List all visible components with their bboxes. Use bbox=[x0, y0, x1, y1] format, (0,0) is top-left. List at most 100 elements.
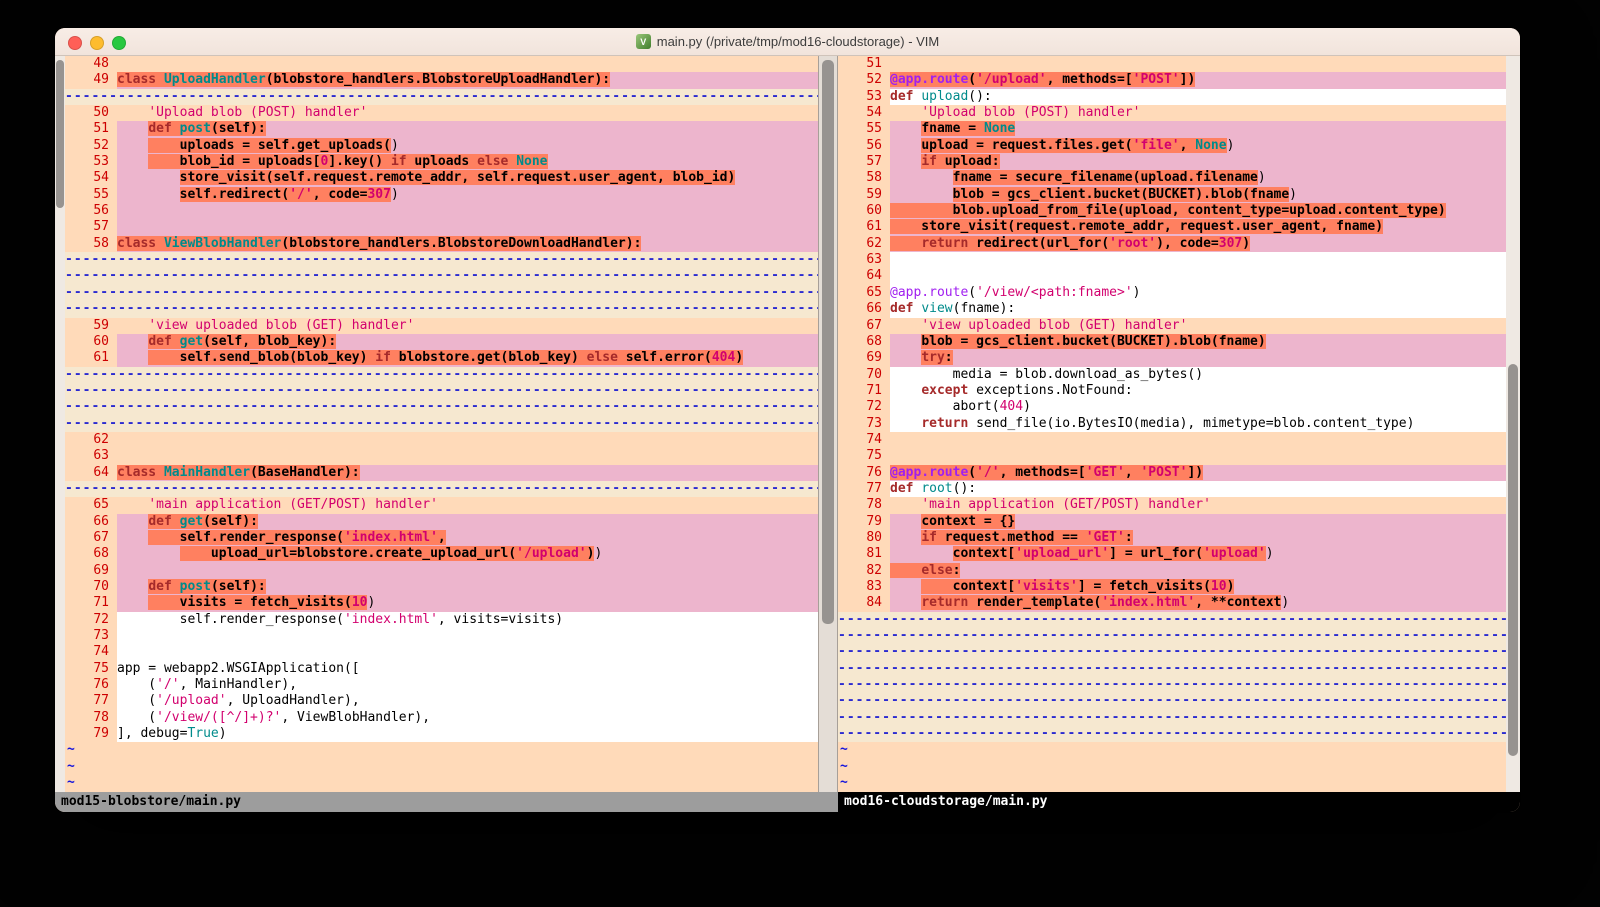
code-line: 49class UploadHandler(blobstore_handlers… bbox=[65, 72, 818, 88]
line-number: 73 bbox=[65, 628, 117, 644]
code-line: 70 media = blob.download_as_bytes() bbox=[838, 367, 1506, 383]
window-title-wrap: V main.py (/private/tmp/mod16-cloudstora… bbox=[636, 34, 940, 49]
code-line: 50 'Upload blob (POST) handler' bbox=[65, 105, 818, 121]
line-number: 55 bbox=[65, 187, 117, 203]
line-number: 80 bbox=[838, 530, 890, 546]
code-line: 83 context['visits'] = fetch_visits(10) bbox=[838, 579, 1506, 595]
line-number: 61 bbox=[838, 219, 890, 235]
code-line: 48 bbox=[65, 56, 818, 72]
line-number: 66 bbox=[838, 301, 890, 317]
line-number: 60 bbox=[65, 334, 117, 350]
close-button[interactable] bbox=[68, 36, 82, 50]
code-line: 81 context['upload_url'] = url_for('uplo… bbox=[838, 546, 1506, 562]
code-line: 82 else: bbox=[838, 563, 1506, 579]
line-number: 63 bbox=[838, 252, 890, 268]
line-number: 55 bbox=[838, 121, 890, 137]
line-number: 54 bbox=[65, 170, 117, 186]
diff-filler-line: ----------------------------------------… bbox=[838, 644, 1506, 660]
code-line: 75app = webapp2.WSGIApplication([ bbox=[65, 661, 818, 677]
line-number: 54 bbox=[838, 105, 890, 121]
line-number: 79 bbox=[838, 514, 890, 530]
right-pane-rows: 5152@app.route('/upload', methods=['POST… bbox=[838, 56, 1506, 791]
end-of-buffer-line: ~ bbox=[838, 759, 1506, 775]
diff-filler-line: ----------------------------------------… bbox=[838, 677, 1506, 693]
line-number: 77 bbox=[838, 481, 890, 497]
minimize-button[interactable] bbox=[90, 36, 104, 50]
code-line: 63 bbox=[838, 252, 1506, 268]
left-pane[interactable]: 4849class UploadHandler(blobstore_handle… bbox=[65, 56, 818, 792]
code-line: 54 'Upload blob (POST) handler' bbox=[838, 105, 1506, 121]
code-line: 59 blob = gcs_client.bucket(BUCKET).blob… bbox=[838, 187, 1506, 203]
split-divider-scrollbar[interactable] bbox=[818, 56, 838, 792]
code-line: 62 bbox=[65, 432, 818, 448]
line-number: 70 bbox=[65, 579, 117, 595]
scrollbar-thumb[interactable] bbox=[1508, 364, 1518, 756]
line-number: 52 bbox=[65, 138, 117, 154]
line-number: 68 bbox=[838, 334, 890, 350]
code-line: 55 fname = None bbox=[838, 121, 1506, 137]
line-number: 59 bbox=[838, 187, 890, 203]
line-number: 69 bbox=[838, 350, 890, 366]
line-number: 50 bbox=[65, 105, 117, 121]
code-line: 62 return redirect(url_for('root'), code… bbox=[838, 236, 1506, 252]
code-line: 61 self.send_blob(blob_key) if blobstore… bbox=[65, 350, 818, 366]
code-line: 60 def get(self, blob_key): bbox=[65, 334, 818, 350]
right-pane[interactable]: 5152@app.route('/upload', methods=['POST… bbox=[838, 56, 1506, 792]
line-number: 48 bbox=[65, 56, 117, 72]
line-number: 74 bbox=[838, 432, 890, 448]
line-number: 61 bbox=[65, 350, 117, 366]
line-number: 58 bbox=[838, 170, 890, 186]
line-number: 71 bbox=[65, 595, 117, 611]
code-line: 56 upload = request.files.get('file', No… bbox=[838, 138, 1506, 154]
line-number: 75 bbox=[65, 661, 117, 677]
code-line: 51 def post(self): bbox=[65, 121, 818, 137]
code-line: 68 blob = gcs_client.bucket(BUCKET).blob… bbox=[838, 334, 1506, 350]
line-number: 49 bbox=[65, 72, 117, 88]
line-number: 76 bbox=[838, 465, 890, 481]
zoom-button[interactable] bbox=[112, 36, 126, 50]
code-line: 65@app.route('/view/<path:fname>') bbox=[838, 285, 1506, 301]
line-number: 58 bbox=[65, 236, 117, 252]
code-line: 76@app.route('/', methods=['GET', 'POST'… bbox=[838, 465, 1506, 481]
diff-filler-line: ----------------------------------------… bbox=[65, 89, 818, 105]
diff-filler-line: ----------------------------------------… bbox=[838, 710, 1506, 726]
line-number: 71 bbox=[838, 383, 890, 399]
statusline-inactive[interactable]: mod15-blobstore/main.py bbox=[55, 792, 838, 812]
code-line: 73 return send_file(io.BytesIO(media), m… bbox=[838, 416, 1506, 432]
line-number: 77 bbox=[65, 693, 117, 709]
code-line: 53 blob_id = uploads[0].key() if uploads… bbox=[65, 154, 818, 170]
title-bar[interactable]: V main.py (/private/tmp/mod16-cloudstora… bbox=[55, 28, 1520, 56]
code-line: 78 ('/view/([^/]+)?', ViewBlobHandler), bbox=[65, 710, 818, 726]
code-line: 79], debug=True) bbox=[65, 726, 818, 742]
left-pane-rows: 4849class UploadHandler(blobstore_handle… bbox=[65, 56, 818, 791]
line-number: 57 bbox=[838, 154, 890, 170]
line-number: 78 bbox=[838, 497, 890, 513]
left-window-scrollbar[interactable] bbox=[55, 56, 65, 792]
code-line: 72 abort(404) bbox=[838, 399, 1506, 415]
scrollbar-thumb[interactable] bbox=[56, 60, 64, 208]
diff-filler-line: ----------------------------------------… bbox=[65, 367, 818, 383]
diff-filler-line: ----------------------------------------… bbox=[65, 268, 818, 284]
line-number: 82 bbox=[838, 563, 890, 579]
diff-filler-line: ----------------------------------------… bbox=[838, 628, 1506, 644]
end-of-buffer-line: ~ bbox=[838, 742, 1506, 758]
right-window-scrollbar[interactable] bbox=[1506, 56, 1520, 792]
code-line: 56 bbox=[65, 203, 818, 219]
code-line: 55 self.redirect('/', code=307) bbox=[65, 187, 818, 203]
diff-filler-line: ----------------------------------------… bbox=[65, 301, 818, 317]
line-number: 66 bbox=[65, 514, 117, 530]
line-number: 65 bbox=[65, 497, 117, 513]
diff-filler-line: ----------------------------------------… bbox=[65, 285, 818, 301]
code-line: 64 bbox=[838, 268, 1506, 284]
code-line: 64class MainHandler(BaseHandler): bbox=[65, 465, 818, 481]
code-line: 67 self.render_response('index.html', bbox=[65, 530, 818, 546]
statusline-active[interactable]: mod16-cloudstorage/main.py bbox=[838, 792, 1520, 812]
line-number: 51 bbox=[838, 56, 890, 72]
diff-filler-line: ----------------------------------------… bbox=[838, 661, 1506, 677]
scrollbar-thumb[interactable] bbox=[822, 60, 834, 624]
window-title: main.py (/private/tmp/mod16-cloudstorage… bbox=[657, 34, 940, 49]
line-number: 62 bbox=[838, 236, 890, 252]
line-number: 53 bbox=[65, 154, 117, 170]
diff-filler-line: ----------------------------------------… bbox=[65, 416, 818, 432]
line-number: 59 bbox=[65, 318, 117, 334]
